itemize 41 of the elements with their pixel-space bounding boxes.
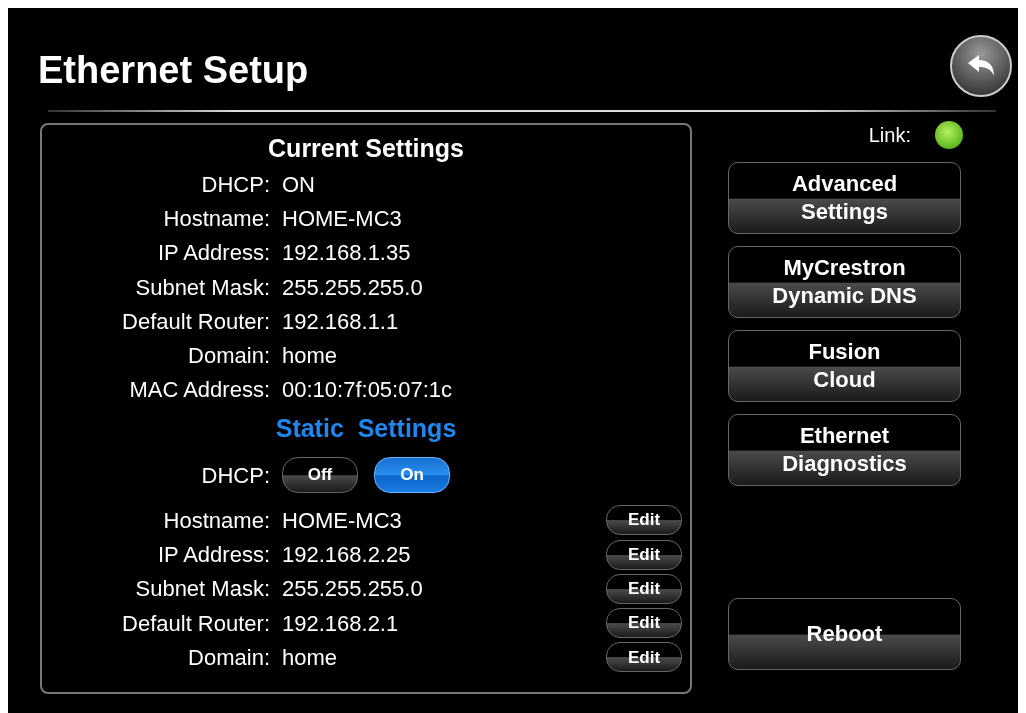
toggle-button[interactable]: On xyxy=(374,457,450,494)
edit-button[interactable]: Edit xyxy=(606,608,682,639)
field-value: 00:10:7f:05:07:1c xyxy=(282,376,454,405)
menu-button[interactable]: Fusion Cloud xyxy=(728,330,961,402)
field-label: DHCP: xyxy=(200,461,271,490)
field-value: 255.255.255.0 xyxy=(282,273,424,302)
field-label: Default Router: xyxy=(121,307,271,336)
field-label: Default Router: xyxy=(121,609,271,638)
edit-button[interactable]: Edit xyxy=(606,505,682,536)
field-value: 192.168.1.1 xyxy=(282,307,400,336)
field-value: 192.168.2.1 xyxy=(282,609,400,638)
field-label: DHCP: xyxy=(200,170,271,199)
field-value: HOME-MC3 xyxy=(282,506,403,535)
menu-button[interactable]: Advanced Settings xyxy=(728,162,961,234)
field-value: 192.168.1.35 xyxy=(282,239,412,268)
field-label: Hostname: xyxy=(162,506,271,535)
field-label: IP Address: xyxy=(156,239,271,268)
field-value: home xyxy=(282,342,339,371)
field-value: home xyxy=(282,643,339,672)
field-label: Subnet Mask: xyxy=(134,273,271,302)
edit-button[interactable]: Edit xyxy=(606,573,682,604)
field-label: Hostname: xyxy=(162,204,271,233)
reboot-button[interactable]: Reboot xyxy=(728,598,961,670)
field-value: ON xyxy=(282,170,316,199)
field-value: HOME-MC3 xyxy=(282,204,403,233)
menu-button[interactable]: MyCrestron Dynamic DNS xyxy=(728,246,961,318)
field-label: Subnet Mask: xyxy=(134,575,271,604)
edit-button[interactable]: Edit xyxy=(606,642,682,673)
section-heading: Current Settings xyxy=(267,133,465,163)
section-heading: Static Settings xyxy=(274,413,458,444)
field-value: 192.168.2.25 xyxy=(282,541,412,569)
page-title: Ethernet Setup xyxy=(38,48,309,93)
field-label: Domain: xyxy=(187,342,271,371)
field-label: IP Address: xyxy=(156,541,271,569)
field-value: 255.255.255.0 xyxy=(282,575,424,604)
field-label: Domain: xyxy=(187,643,271,672)
field-label: MAC Address: xyxy=(128,376,271,405)
edit-button[interactable]: Edit xyxy=(606,539,682,570)
link-label: Link: xyxy=(868,123,911,148)
menu-button[interactable]: Ethernet Diagnostics xyxy=(728,414,961,486)
toggle-button[interactable]: Off xyxy=(282,457,358,494)
